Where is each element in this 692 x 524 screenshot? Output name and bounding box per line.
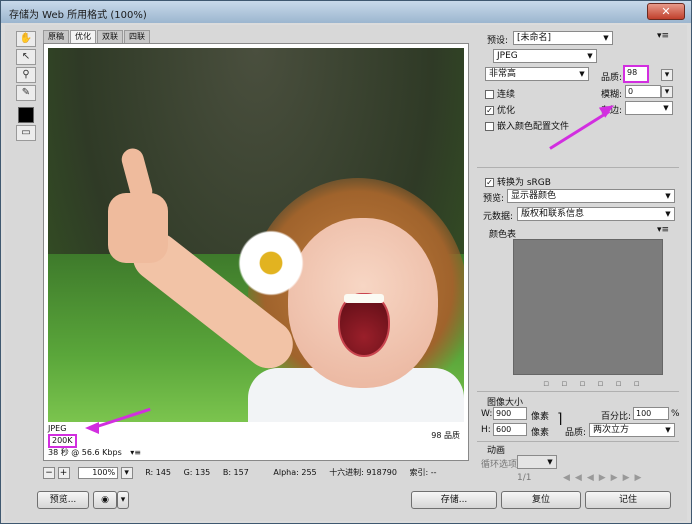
preset-dropdown[interactable]: [未命名] ▼ xyxy=(513,31,613,45)
convert-srgb-checkbox[interactable]: ✓ 转换为 sRGB xyxy=(485,175,551,188)
image-preview-pane: JPEG 200K 38 秒 @ 56.6 Kbps ▾≡ 98 品质 xyxy=(43,43,469,461)
readout-hex: 十六进制: 918790 xyxy=(329,468,397,477)
height-unit: 像素 xyxy=(531,428,550,438)
quality-slider-icon[interactable]: ▾ xyxy=(661,69,673,81)
zoom-dropdown-icon[interactable]: ▾ xyxy=(120,466,133,479)
quality-level-value: 非常高 xyxy=(489,69,517,79)
eyedropper-icon[interactable]: ✎ xyxy=(16,85,36,101)
quality-level-dropdown[interactable]: 非常高 ▼ xyxy=(485,67,589,81)
metadata-label: 元数据: xyxy=(483,212,514,222)
loop-options-label: 循环选项: xyxy=(481,460,521,470)
blur-field[interactable]: 0 xyxy=(625,85,661,98)
slice-select-icon[interactable]: ↖ xyxy=(16,49,36,65)
optimized-checkbox[interactable]: ✓ 优化 xyxy=(485,103,515,116)
loop-options-dropdown[interactable]: ▼ xyxy=(517,455,557,469)
width-field[interactable]: 900 xyxy=(493,407,527,420)
readout-alpha: Alpha: 255 xyxy=(273,468,317,477)
width-label: W: xyxy=(481,409,493,419)
readout-g: G: 135 xyxy=(183,468,211,477)
readout-index: 索引: -- xyxy=(409,468,437,477)
download-time-menu-icon[interactable]: ▾≡ xyxy=(130,448,141,457)
animation-title: 动画 xyxy=(487,446,506,456)
dialog-client: ✋ ↖ ⚲ ✎ ▭ 原稿 优化 双联 四联 JPEG 200K 38 秒 @ 5… xyxy=(5,25,687,521)
preset-value: [未命名] xyxy=(517,33,552,43)
percent-field[interactable]: 100 xyxy=(633,407,669,420)
constrain-proportions-icon[interactable]: ⌉ xyxy=(557,411,562,427)
remember-button[interactable]: 记住 xyxy=(585,491,671,509)
color-table[interactable] xyxy=(513,239,663,375)
blur-slider-icon[interactable]: ▾ xyxy=(661,86,673,98)
readout-b: B: 157 xyxy=(222,468,249,477)
format-value: JPEG xyxy=(497,51,518,61)
save-button[interactable]: 存储... xyxy=(411,491,497,509)
tab-optimized[interactable]: 优化 xyxy=(70,30,96,43)
blur-label: 模糊: xyxy=(601,90,623,100)
color-table-tool-icons[interactable]: ▫▫▫▫▫▫ xyxy=(543,379,652,389)
eyedropper-color-swatch[interactable] xyxy=(18,107,34,123)
percent-label: 百分比: xyxy=(601,412,632,422)
preview-mode-value: 显示器颜色 xyxy=(511,191,557,201)
tool-bar: ✋ ↖ ⚲ ✎ ▭ xyxy=(13,29,39,141)
close-button[interactable]: ✕ xyxy=(647,3,685,20)
metadata-dropdown[interactable]: 版权和联系信息 ▼ xyxy=(517,207,675,221)
toggle-slices-icon[interactable]: ▭ xyxy=(16,125,36,141)
zoom-icon[interactable]: ⚲ xyxy=(16,67,36,83)
readout-r: R: 145 xyxy=(145,468,172,477)
matte-dropdown[interactable]: ▼ xyxy=(625,101,673,115)
width-unit: 像素 xyxy=(531,412,550,422)
download-time: 38 秒 @ 56.6 Kbps xyxy=(48,448,122,457)
browser-icon[interactable]: ◉ xyxy=(93,491,117,509)
quality-field[interactable]: 98 xyxy=(623,65,649,83)
quality-label: 品质: xyxy=(601,73,623,83)
tab-4-up[interactable]: 四联 xyxy=(124,30,150,43)
settings-panel: 预设: [未命名] ▼ ▾≡ JPEG ▼ 非常高 ▼ 品质: 98 ▾ 连续 模糊:… xyxy=(477,29,680,489)
quality-info: 98 品质 xyxy=(431,431,460,440)
progressive-checkbox[interactable]: 连续 xyxy=(485,87,515,100)
reset-button[interactable]: 复位 xyxy=(501,491,581,509)
save-for-web-dialog: 存储为 Web 所用格式 (100%) ✕ ✋ ↖ ⚲ ✎ ▭ 原稿 优化 双联… xyxy=(0,0,692,524)
percent-unit: % xyxy=(671,409,680,419)
zoom-in-button[interactable]: + xyxy=(57,466,70,479)
preview-mode-dropdown[interactable]: 显示器颜色 ▼ xyxy=(507,189,675,203)
tab-2-up[interactable]: 双联 xyxy=(97,30,123,43)
browser-dropdown-icon[interactable]: ▾ xyxy=(117,491,129,509)
resample-quality-dropdown[interactable]: 两次立方 ▼ xyxy=(589,423,675,437)
file-size: 200K xyxy=(48,434,77,448)
embed-profile-checkbox[interactable]: 嵌入颜色配置文件 xyxy=(485,119,569,132)
annotation-arrowhead-size xyxy=(85,422,99,434)
color-table-menu-icon[interactable]: ▾≡ xyxy=(657,225,669,235)
window-title: 存储为 Web 所用格式 (100%) xyxy=(9,10,147,21)
preview-image[interactable] xyxy=(48,48,464,422)
preset-label: 预设: xyxy=(487,36,509,46)
metadata-value: 版权和联系信息 xyxy=(521,209,585,219)
status-bar: − + 100% ▾ R: 145 G: 135 B: 157 Alpha: 2… xyxy=(43,465,469,481)
hand-icon[interactable]: ✋ xyxy=(16,31,36,47)
resample-quality-label: 品质: xyxy=(565,428,587,438)
daisy-flower xyxy=(236,228,306,298)
resample-quality-value: 两次立方 xyxy=(593,425,630,435)
zoom-level-field[interactable]: 100% xyxy=(78,466,119,479)
panel-menu-icon[interactable]: ▾≡ xyxy=(657,31,669,41)
tab-original[interactable]: 原稿 xyxy=(43,30,69,43)
format-dropdown[interactable]: JPEG ▼ xyxy=(493,49,597,63)
frame-counter: 1/1 xyxy=(517,473,532,483)
preview-label: 预览: xyxy=(483,194,505,204)
bottom-button-bar: 预览... ◉ ▾ 存储... 复位 记住 xyxy=(5,485,687,521)
zoom-out-button[interactable]: − xyxy=(43,466,55,479)
title-bar: 存储为 Web 所用格式 (100%) ✕ xyxy=(1,1,691,23)
height-label: H: xyxy=(481,425,491,435)
height-field[interactable]: 600 xyxy=(493,423,527,436)
preview-button[interactable]: 预览... xyxy=(37,491,89,509)
color-table-label: 颜色表 xyxy=(489,230,517,240)
view-tabs: 原稿 优化 双联 四联 xyxy=(43,30,151,44)
animation-controls[interactable]: ◀◀◀▶▶▶▶ xyxy=(563,473,646,483)
